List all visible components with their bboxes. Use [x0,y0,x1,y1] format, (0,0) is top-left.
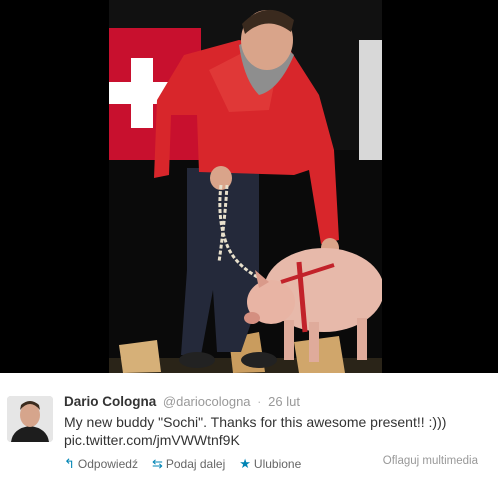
favorite-label: Ulubione [253,457,302,471]
tweet-photo[interactable] [109,0,382,373]
avatar[interactable] [7,396,53,442]
tweet-media-link[interactable]: pic.twitter.com/jmVWWtnf9K [64,431,484,449]
tweet-text: My new buddy "Sochi". Thanks for this aw… [64,413,484,449]
retweet-icon: ⇆ [151,456,163,471]
reply-icon: ↰ [64,456,75,471]
star-icon: ★ [239,456,251,471]
favorite-button[interactable]: ★ Ulubione [239,456,301,472]
media-viewer [0,0,498,373]
reply-label: Odpowiedź [77,457,138,471]
flag-media-link[interactable]: Oflaguj multimedia [383,455,478,467]
separator-dot: · [257,394,262,409]
retweet-button[interactable]: ⇆ Podaj dalej [152,456,225,472]
retweet-label: Podaj dalej [165,457,226,471]
tweet-details: Dario Cologna @dariocologna · 26 lut My … [0,373,498,487]
tweet-timestamp[interactable]: 26 lut [268,394,300,409]
author-name[interactable]: Dario Cologna [64,394,156,409]
tweet-body: My new buddy "Sochi". Thanks for this aw… [64,414,447,430]
tweet-actions: ↰ Odpowiedź ⇆ Podaj dalej ★ Ulubione [64,456,315,472]
author-handle[interactable]: @dariocologna [163,394,251,409]
tweet-header: Dario Cologna @dariocologna · 26 lut [64,393,300,410]
reply-button[interactable]: ↰ Odpowiedź [64,456,138,472]
